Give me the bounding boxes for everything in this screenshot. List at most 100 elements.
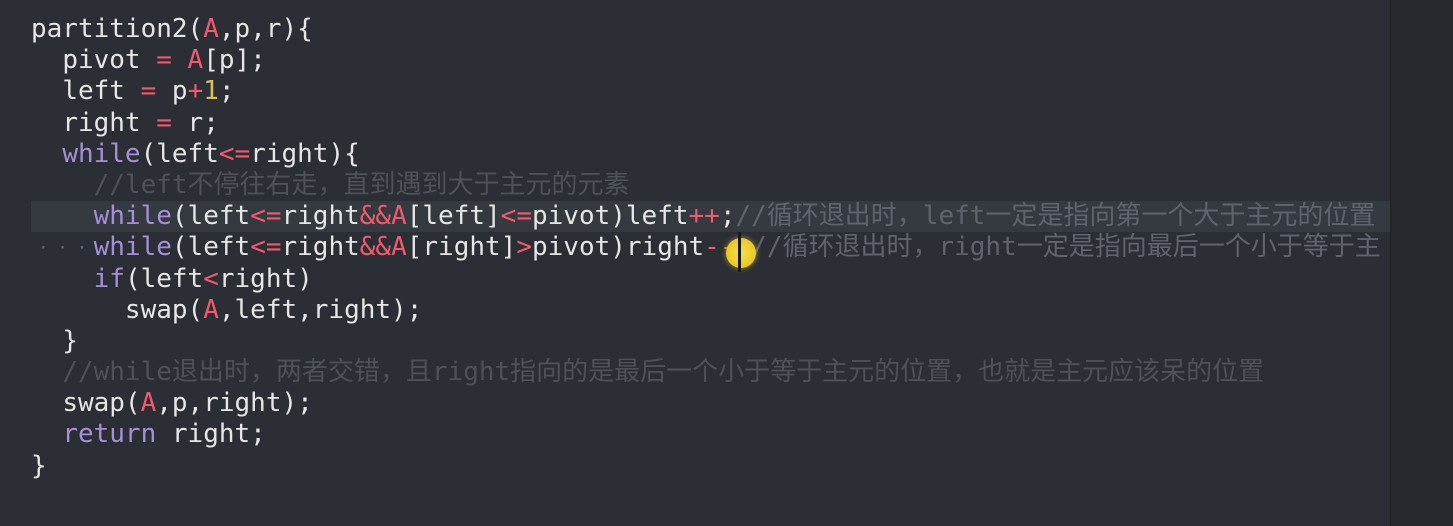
code-line[interactable]: pivot = A[p];: [31, 45, 1391, 76]
code-line[interactable]: left = p+1;: [31, 76, 1391, 107]
code-editor[interactable]: partition2(A,p,r){ pivot = A[p]; left = …: [0, 0, 1453, 526]
code-token: right){: [250, 138, 360, 169]
code-token: }: [31, 450, 47, 481]
code-line[interactable]: swap(A,p,right);: [31, 388, 1391, 419]
code-token: ,p,right);: [156, 388, 313, 419]
code-line-text: //left不停往右走，直到遇到大于主元的元素: [31, 170, 630, 200]
code-line[interactable]: right = r;: [31, 108, 1391, 139]
code-line-text: swap(A,p,right);: [31, 388, 313, 419]
code-line-text: while(left<=right&&A[left]<=pivot)left++…: [31, 201, 1376, 232]
code-line[interactable]: if(left<right): [31, 264, 1391, 295]
code-line[interactable]: }: [31, 326, 1391, 357]
code-token: <: [203, 263, 219, 294]
code-token: while: [62, 138, 141, 169]
code-line[interactable]: while(left<=right&&A[left]<=pivot)left++…: [31, 201, 1391, 233]
code-comment: //循环退出时，right一定是指向最后一个小于等于主: [751, 232, 1381, 263]
code-area[interactable]: partition2(A,p,r){ pivot = A[p]; left = …: [31, 14, 1391, 482]
text-cursor-icon: [738, 232, 741, 272]
code-token: (left: [124, 263, 204, 294]
code-token: right): [218, 263, 313, 294]
code-token: A: [203, 294, 219, 325]
code-token: 1: [203, 76, 219, 107]
code-token: left: [62, 76, 141, 107]
code-token: A: [203, 14, 219, 44]
code-line[interactable]: · · · · · · while(left<=right&&A[right]>…: [31, 232, 1391, 263]
code-token: pivot: [62, 45, 157, 76]
code-token: <=: [250, 201, 282, 232]
code-comment: //循环退出时，left一定是指向第一个大于主元的位置: [735, 201, 1376, 232]
code-line[interactable]: while(left<=right){: [31, 139, 1391, 170]
code-token: ,left,right);: [218, 294, 423, 325]
code-token: while: [93, 201, 172, 232]
code-line[interactable]: }: [31, 451, 1391, 482]
code-token: (left: [140, 138, 219, 169]
code-token: p: [156, 76, 188, 107]
code-line-text: swap(A,left,right);: [31, 295, 422, 325]
code-token: [p];: [203, 45, 266, 76]
code-token: =: [140, 76, 157, 107]
code-token: right: [62, 107, 157, 138]
code-line[interactable]: return right;: [31, 419, 1391, 450]
code-token: (left: [171, 201, 251, 232]
code-token: A: [140, 388, 157, 419]
code-line[interactable]: swap(A,left,right);: [31, 295, 1391, 326]
code-token: [left]: [406, 201, 501, 232]
code-line-text: //while退出时，两者交错，且right指向的是最后一个小于等于主元的位置，…: [31, 357, 1264, 387]
right-gutter: [1390, 0, 1453, 526]
code-line-text: partition2(A,p,r){: [31, 14, 313, 44]
code-line-text: return right;: [31, 419, 266, 449]
code-line-text: }: [31, 451, 47, 481]
code-line-text: right = r;: [31, 108, 219, 138]
code-line-text: while(left<=right&&A[right]>pivot)right-…: [31, 232, 1381, 262]
code-token: right: [281, 201, 360, 232]
code-token: &&: [359, 201, 392, 232]
code-token: (left: [171, 232, 251, 263]
code-line[interactable]: partition2(A,p,r){: [31, 14, 1391, 45]
code-line-text: left = p+1;: [31, 76, 235, 107]
mouse-cursor-highlight: [726, 238, 756, 268]
code-comment: //left不停往右走，直到遇到大于主元的元素: [93, 169, 630, 200]
code-token: ++: [688, 201, 720, 232]
code-token: <=: [500, 201, 532, 232]
code-token: while: [93, 232, 172, 263]
code-token: if: [93, 263, 125, 294]
code-token: A: [391, 232, 407, 263]
code-token: +: [187, 76, 204, 107]
code-line-text: while(left<=right){: [31, 138, 360, 169]
code-token: <=: [218, 138, 251, 169]
code-line-text: if(left<right): [31, 264, 313, 294]
code-token: ;: [218, 76, 235, 107]
code-token: pivot)right: [531, 232, 705, 263]
code-token: partition2(: [31, 14, 204, 44]
code-comment: //while退出时，两者交错，且right指向的是最后一个小于等于主元的位置，…: [62, 357, 1265, 388]
code-token: <=: [250, 232, 282, 263]
code-token: =: [156, 45, 172, 76]
code-token: swap(: [62, 388, 141, 419]
code-line-text: pivot = A[p];: [31, 45, 266, 75]
code-token: A: [391, 201, 407, 232]
code-token: ,p,r){: [218, 14, 313, 44]
code-line[interactable]: //while退出时，两者交错，且right指向的是最后一个小于等于主元的位置，…: [31, 357, 1391, 388]
code-line[interactable]: //left不停往右走，直到遇到大于主元的元素: [31, 170, 1391, 201]
code-token: right: [281, 232, 360, 263]
code-token: return: [62, 419, 157, 450]
code-line-text: }: [31, 326, 78, 356]
code-token: pivot)left: [531, 201, 689, 232]
code-token: right;: [156, 419, 266, 450]
code-token: A: [187, 45, 204, 76]
code-token: =: [156, 107, 172, 138]
code-token: &&: [359, 232, 392, 263]
code-token: swap(: [124, 294, 204, 325]
code-token: [right]: [406, 232, 517, 263]
code-token: r;: [171, 107, 219, 138]
